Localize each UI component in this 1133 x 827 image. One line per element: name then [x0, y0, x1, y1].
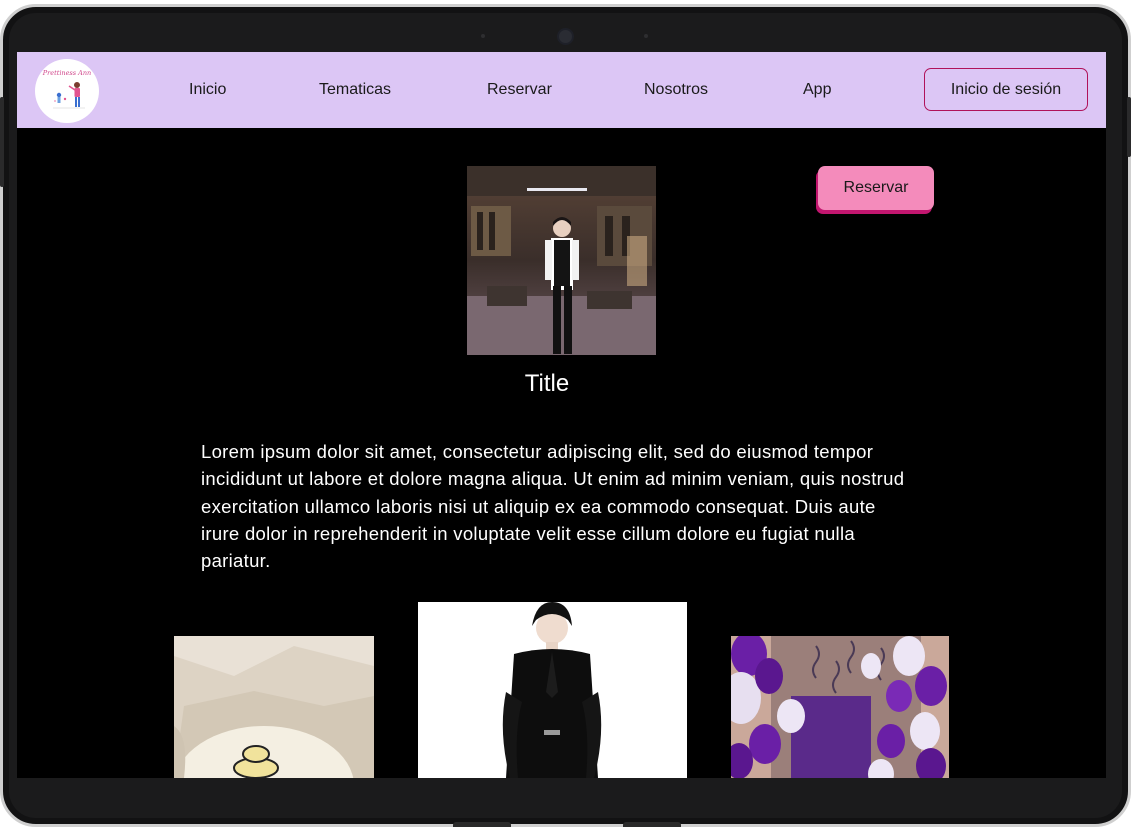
bottom-connector	[623, 822, 681, 827]
bottom-connector	[453, 822, 511, 827]
man-in-suit-photo	[467, 166, 656, 355]
logo[interactable]: Prettiness Ann	[35, 59, 99, 123]
gallery-image-balloons	[731, 636, 949, 778]
app-screen: Prettiness Ann Inicio Tematicas Reservar…	[17, 52, 1106, 778]
side-button	[0, 97, 4, 187]
gallery-image-portrait	[418, 602, 687, 778]
sensor-dot	[644, 34, 648, 38]
reserve-button[interactable]: Reservar	[818, 166, 934, 210]
nav-link-app[interactable]: App	[803, 81, 831, 99]
hero-image	[467, 166, 656, 355]
logo-text: Prettiness Ann	[42, 69, 91, 77]
nav-link-nosotros[interactable]: Nosotros	[644, 81, 708, 99]
sensor-dot	[481, 34, 485, 38]
description-text: Lorem ipsum dolor sit amet, consectetur …	[201, 441, 905, 572]
nav-link-tematicas[interactable]: Tematicas	[319, 81, 391, 99]
logo-graphic: Prettiness Ann	[42, 69, 91, 109]
camera-icon	[557, 28, 574, 45]
cake-photo	[174, 636, 374, 778]
section-title: Title	[524, 370, 570, 397]
purple-balloons-photo	[731, 636, 949, 778]
portrait-photo	[418, 602, 687, 778]
side-button	[1127, 97, 1131, 157]
gallery-image-cake	[174, 636, 374, 778]
login-button[interactable]: Inicio de sesión	[924, 68, 1088, 111]
navbar: Prettiness Ann Inicio Tematicas Reservar…	[17, 52, 1106, 128]
nav-link-reservar[interactable]: Reservar	[487, 81, 552, 99]
nav-link-inicio[interactable]: Inicio	[189, 81, 226, 99]
